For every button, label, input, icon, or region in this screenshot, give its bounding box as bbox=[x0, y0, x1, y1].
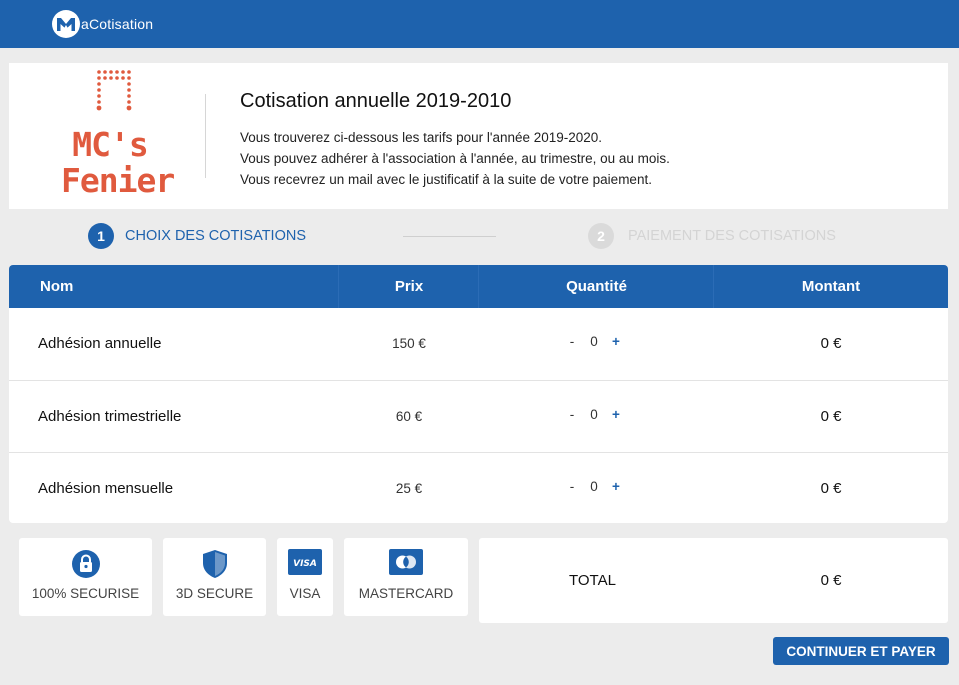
decrement-button[interactable]: - bbox=[565, 479, 579, 494]
hero-card: MC's Fenier Cotisation annuelle 2019-201… bbox=[9, 63, 948, 209]
quantity-value: 0 bbox=[590, 334, 598, 349]
quantity-stepper: - 0 + bbox=[565, 479, 625, 499]
brand-name: aCotisation bbox=[81, 16, 154, 32]
total-value: 0 € bbox=[820, 572, 842, 589]
badge-label: 100% SECURISE bbox=[31, 586, 140, 601]
visa-card-text: VISA bbox=[293, 559, 317, 569]
logo-line-2: Fenier bbox=[61, 161, 175, 200]
row-name: Adhésion annuelle bbox=[38, 335, 162, 352]
step-1-number: 1 bbox=[88, 223, 114, 249]
table-row: Adhésion annuelle 150 € - 0 + 0 € bbox=[9, 308, 948, 380]
row-amount: 0 € bbox=[820, 480, 842, 497]
association-logo: MC's Fenier bbox=[61, 69, 175, 203]
badge-label: VISA bbox=[289, 586, 321, 601]
row-price: 25 € bbox=[395, 481, 423, 496]
page-title: Cotisation annuelle 2019-2010 bbox=[240, 90, 512, 112]
badge-label: MASTERCARD bbox=[358, 586, 454, 601]
total-label: TOTAL bbox=[569, 572, 616, 589]
table-row: Adhésion mensuelle 25 € - 0 + 0 € bbox=[9, 452, 948, 523]
badge-secure: 100% SECURISE bbox=[19, 538, 152, 616]
header-price: Prix bbox=[394, 278, 424, 295]
row-price: 60 € bbox=[395, 409, 423, 424]
row-name: Adhésion mensuelle bbox=[38, 480, 174, 497]
increment-button[interactable]: + bbox=[609, 334, 623, 349]
quantity-value: 0 bbox=[590, 407, 598, 422]
table-row: Adhésion trimestrielle 60 € - 0 + 0 € bbox=[9, 380, 948, 452]
badge-label: 3D SECURE bbox=[175, 586, 254, 601]
row-amount: 0 € bbox=[820, 408, 842, 425]
increment-button[interactable]: + bbox=[609, 479, 623, 494]
header-separator bbox=[713, 265, 714, 308]
decrement-button[interactable]: - bbox=[565, 334, 579, 349]
step-2-label: PAIEMENT DES COTISATIONS bbox=[628, 228, 836, 244]
hero-description-line-3: Vous recevrez un mail avec le justificat… bbox=[240, 172, 652, 187]
m-droplet-logo-icon bbox=[52, 10, 80, 38]
row-price: 150 € bbox=[392, 336, 426, 351]
dotted-frame-icon bbox=[96, 70, 132, 111]
membership-table: Nom Prix Quantité Montant Adhésion annue… bbox=[9, 265, 948, 523]
step-connector bbox=[403, 236, 496, 237]
row-name: Adhésion trimestrielle bbox=[38, 408, 182, 425]
padlock-icon bbox=[71, 549, 101, 584]
header-name: Nom bbox=[40, 278, 74, 295]
header-separator bbox=[338, 265, 339, 308]
mastercard-card-icon bbox=[389, 549, 423, 580]
quantity-stepper: - 0 + bbox=[565, 334, 625, 354]
quantity-value: 0 bbox=[590, 479, 598, 494]
checkout-stepper: 1 CHOIX DES COTISATIONS 2 PAIEMENT DES C… bbox=[0, 220, 959, 254]
table-header: Nom Prix Quantité Montant bbox=[9, 265, 948, 308]
increment-button[interactable]: + bbox=[609, 407, 623, 422]
hero-description-line-2: Vous pouvez adhérer à l'association à l'… bbox=[240, 151, 670, 166]
header-separator bbox=[478, 265, 479, 308]
decrement-button[interactable]: - bbox=[565, 407, 579, 422]
shield-icon bbox=[201, 549, 229, 584]
badge-visa: VISA VISA bbox=[277, 538, 333, 616]
top-navbar: aCotisation bbox=[0, 0, 959, 48]
logo-line-1: MC's bbox=[72, 125, 148, 164]
brand-link[interactable]: aCotisation bbox=[52, 10, 153, 38]
step-2-number: 2 bbox=[588, 223, 614, 249]
hero-description-line-1: Vous trouverez ci-dessous les tarifs pou… bbox=[240, 130, 603, 145]
hero-divider bbox=[205, 94, 206, 178]
continue-and-pay-button[interactable]: CONTINUER ET PAYER bbox=[773, 637, 949, 665]
row-amount: 0 € bbox=[820, 335, 842, 352]
total-card: TOTAL 0 € bbox=[479, 538, 948, 623]
step-1-label: CHOIX DES COTISATIONS bbox=[125, 228, 307, 244]
quantity-stepper: - 0 + bbox=[565, 407, 625, 427]
badge-3d-secure: 3D SECURE bbox=[163, 538, 266, 616]
visa-card-icon: VISA bbox=[288, 549, 322, 580]
badge-mastercard: MASTERCARD bbox=[344, 538, 468, 616]
header-amount: Montant bbox=[801, 278, 861, 295]
header-quantity: Quantité bbox=[566, 278, 627, 295]
